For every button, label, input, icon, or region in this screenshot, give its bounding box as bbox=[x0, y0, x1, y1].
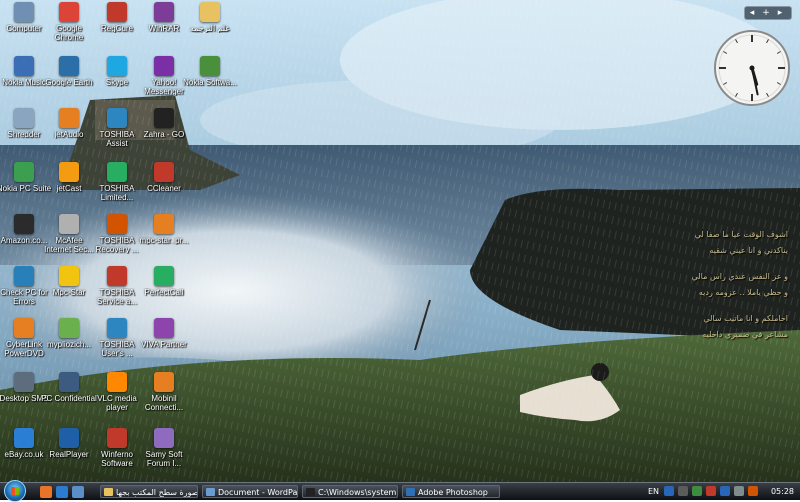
pc-confidential-icon bbox=[59, 372, 79, 392]
regcure-icon bbox=[107, 2, 127, 22]
desktop-icon[interactable]: Zahra - GO bbox=[136, 108, 192, 139]
jetaudio-icon bbox=[59, 108, 79, 128]
clock-time[interactable]: 05:28 bbox=[771, 487, 794, 496]
folder-icon bbox=[200, 2, 220, 22]
toshiba-limited-icon bbox=[107, 162, 127, 182]
desktop-icon[interactable]: CCleaner bbox=[136, 162, 192, 193]
start-button[interactable] bbox=[4, 480, 26, 502]
tray-app-icon[interactable] bbox=[706, 486, 716, 496]
sidebar-left-arrow-icon[interactable]: ◂ bbox=[745, 7, 759, 19]
desktop-icon-label: Nokia Softwa... bbox=[183, 78, 237, 87]
toshiba-service-icon bbox=[107, 266, 127, 286]
taskbar-button[interactable]: C:\Windows\system... bbox=[302, 485, 398, 498]
mypliozich-icon bbox=[59, 318, 79, 338]
samy-soft-icon bbox=[154, 428, 174, 448]
poem-line: احاملكم و انا ماتيب سالي bbox=[703, 314, 788, 323]
winrar-icon bbox=[154, 2, 174, 22]
taskbar-button-label: Document - WordPad bbox=[218, 488, 298, 497]
sidebar-right-arrow-icon[interactable]: ▸ bbox=[773, 7, 787, 19]
toshiba-recovery-icon bbox=[107, 214, 127, 234]
tray-app-icon[interactable] bbox=[692, 486, 702, 496]
cmd-icon bbox=[306, 488, 315, 496]
show-desktop-icon[interactable] bbox=[72, 486, 84, 498]
mcafee-icon bbox=[59, 214, 79, 234]
taskbar: صورة سطح المكتب بجها... Document - WordPa… bbox=[0, 480, 800, 502]
taskbar-button-label: Adobe Photoshop bbox=[418, 488, 488, 497]
taskbar-button[interactable]: Adobe Photoshop bbox=[402, 485, 500, 498]
check-pc-icon bbox=[14, 266, 34, 286]
zahra-go-icon bbox=[154, 108, 174, 128]
mobinil-icon bbox=[154, 372, 174, 392]
desktop-icon-label: mpc-star_pr... bbox=[139, 236, 189, 245]
language-indicator[interactable]: EN bbox=[648, 487, 659, 496]
google-earth-icon bbox=[59, 56, 79, 76]
desktop-icon-label: Mobinil Connecti... bbox=[144, 394, 184, 412]
amazon-icon bbox=[14, 214, 34, 234]
desktop-icon[interactable]: mpc-star_pr... bbox=[136, 214, 192, 245]
folder-icon bbox=[104, 488, 113, 496]
desktop-icon-label: Samy Soft Forum I... bbox=[145, 450, 183, 468]
network-icon[interactable] bbox=[720, 486, 730, 496]
poem-line: و حظي ياملا .. عزومه رديه bbox=[698, 288, 788, 297]
skype-icon bbox=[107, 56, 127, 76]
battery-icon[interactable] bbox=[748, 486, 758, 496]
computer-icon bbox=[14, 2, 34, 22]
ebay-icon bbox=[14, 428, 34, 448]
desktop-icon[interactable]: Nokia Softwa... bbox=[182, 56, 238, 87]
ccleaner-icon bbox=[154, 162, 174, 182]
internet-explorer-icon[interactable] bbox=[56, 486, 68, 498]
help-icon[interactable] bbox=[664, 486, 674, 496]
desktop-icon[interactable]: علم الترجمه bbox=[182, 2, 238, 33]
viva-partner-icon bbox=[154, 318, 174, 338]
windows-logo-icon bbox=[11, 487, 19, 495]
jetcast-icon bbox=[59, 162, 79, 182]
mpc-star-icon bbox=[154, 214, 174, 234]
nokia-software-icon bbox=[200, 56, 220, 76]
volume-icon[interactable] bbox=[734, 486, 744, 496]
taskbar-button-label: صورة سطح المكتب بجها... bbox=[116, 488, 198, 497]
desktop-icon[interactable]: Samy Soft Forum I... bbox=[136, 428, 192, 468]
desktop-icon-label: PerfectCall bbox=[144, 288, 184, 297]
system-tray: EN 05:28 bbox=[644, 483, 800, 500]
clock-gadget[interactable] bbox=[713, 29, 791, 107]
photoshop-icon bbox=[406, 488, 415, 496]
sidebar-add-gadget-button[interactable]: + bbox=[759, 7, 773, 19]
desktop-icon[interactable]: VIVA Partner bbox=[136, 318, 192, 349]
wordpad-icon bbox=[206, 488, 215, 496]
desktop-icon[interactable]: Mobinil Connecti... bbox=[136, 372, 192, 412]
yahoo-messenger-icon bbox=[154, 56, 174, 76]
poem-line: اشوف الوقت عيا ما صفا لي bbox=[694, 230, 788, 239]
desktop-icon[interactable]: PerfectCall bbox=[136, 266, 192, 297]
desktop-icon-label: Zahra - GO bbox=[143, 130, 185, 139]
winferno-icon bbox=[107, 428, 127, 448]
perfectcall-icon bbox=[154, 266, 174, 286]
toshiba-assist-icon bbox=[107, 108, 127, 128]
sidebar-gadget-controls: ◂ + ▸ bbox=[744, 6, 792, 20]
desktop-icon-label: علم الترجمه bbox=[189, 24, 231, 33]
poem-line: و عز النفس عندي راس مالي bbox=[691, 272, 788, 281]
poem-line: يناكدني و انا عيني شقيه bbox=[709, 246, 788, 255]
taskbar-button[interactable]: صورة سطح المكتب بجها... bbox=[100, 485, 198, 498]
nokia-pc-suite-icon bbox=[14, 162, 34, 182]
taskbar-button[interactable]: Document - WordPad bbox=[202, 485, 298, 498]
realplayer-icon bbox=[59, 428, 79, 448]
firefox-icon[interactable] bbox=[40, 486, 52, 498]
keyboard-icon[interactable] bbox=[678, 486, 688, 496]
poem-line: مشاعر في ضميري داخليه bbox=[702, 330, 788, 339]
desktop-icon-label: CCleaner bbox=[147, 184, 181, 193]
toshiba-users-icon bbox=[107, 318, 127, 338]
powerdvd-icon bbox=[14, 318, 34, 338]
wallpaper-poem: اشوف الوقت عيا ما صفا لي يناكدني و انا ع… bbox=[610, 228, 788, 344]
nokia-music-icon bbox=[14, 56, 34, 76]
chrome-icon bbox=[59, 2, 79, 22]
desktop-icon-label: VIVA Partner bbox=[141, 340, 187, 349]
vlc-icon bbox=[107, 372, 127, 392]
taskbar-button-label: C:\Windows\system... bbox=[318, 488, 398, 497]
desktop-sms-icon bbox=[14, 372, 34, 392]
mpc-star-app-icon bbox=[59, 266, 79, 286]
shredder-icon bbox=[14, 108, 34, 128]
